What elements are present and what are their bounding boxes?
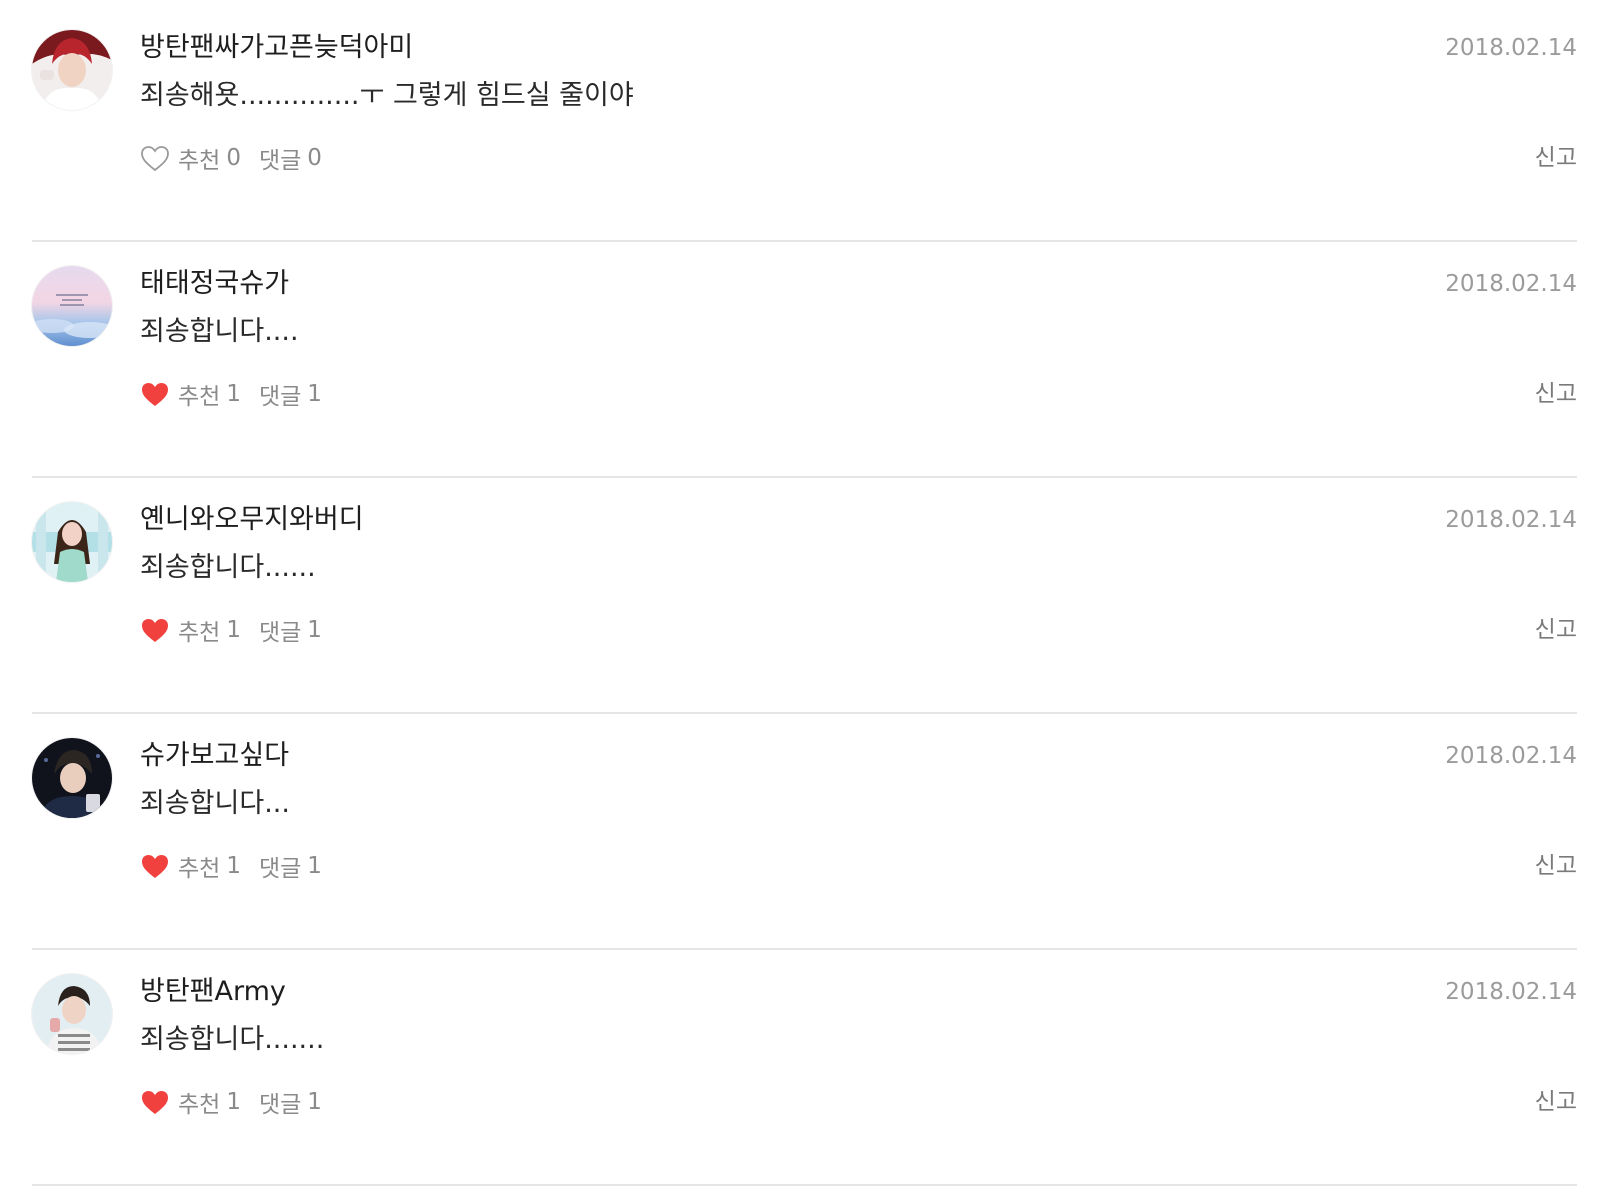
heart-filled-icon: [140, 380, 170, 408]
comment-text: 죄송합니다...: [140, 788, 290, 819]
avatar-image: [32, 502, 112, 582]
like-label: 추천: [178, 1092, 221, 1118]
comment-actions: 추천 1 댓글 1: [140, 376, 322, 412]
comment-item: 방탄팬싸가고픈늦덕아미 2018.02.14 죄송해욧.............…: [32, 0, 1577, 242]
like-button[interactable]: 추천 1: [140, 849, 259, 883]
reply-label: 댓글: [258, 620, 302, 646]
reply-button[interactable]: 댓글 0: [259, 141, 322, 175]
comment-text: 죄송합니다......: [140, 552, 316, 583]
report-button[interactable]: 신고: [1535, 376, 1577, 412]
avatar[interactable]: [32, 738, 112, 818]
comment-item: 태태정국슈가 2018.02.14 죄송합니다.... 추천 1 댓글 1 신고: [32, 236, 1577, 478]
report-button[interactable]: 신고: [1535, 1084, 1577, 1120]
reply-label: 댓글: [258, 148, 302, 174]
comment-text: 죄송합니다.......: [140, 1024, 325, 1055]
heart-outline-icon: [140, 144, 170, 172]
like-count: 1: [226, 617, 241, 643]
avatar[interactable]: [32, 266, 112, 346]
avatar[interactable]: [32, 502, 112, 582]
comment-date: 2018.02.14: [1445, 35, 1577, 61]
reply-label: 댓글: [258, 384, 302, 410]
reply-button[interactable]: 댓글 1: [259, 1085, 322, 1119]
avatar-image: [32, 30, 112, 110]
comment-list: 방탄팬싸가고픈늦덕아미 2018.02.14 죄송해욧.............…: [0, 0, 1600, 1200]
heart-filled-icon: [140, 852, 170, 880]
reply-count: 1: [307, 617, 322, 643]
like-label: 추천: [178, 384, 221, 410]
reply-count: 1: [307, 381, 322, 407]
like-count: 1: [226, 1089, 241, 1115]
like-label: 추천: [178, 620, 221, 646]
avatar-image: [32, 266, 112, 346]
comment-text: 죄송해욧..............ㅜ 그렇게 힘드실 줄이야: [140, 80, 634, 111]
avatar[interactable]: [32, 30, 112, 110]
like-count: 0: [226, 145, 241, 171]
reply-count: 1: [307, 1089, 322, 1115]
comment-date: 2018.02.14: [1445, 979, 1577, 1005]
reply-button[interactable]: 댓글 1: [259, 377, 322, 411]
heart-filled-icon: [140, 616, 170, 644]
username[interactable]: 옌니와오무지와버디: [140, 502, 364, 538]
avatar-image: [32, 974, 112, 1054]
comment-date: 2018.02.14: [1445, 271, 1577, 297]
avatar[interactable]: [32, 974, 112, 1054]
reply-label: 댓글: [258, 1092, 302, 1118]
heart-filled-icon: [140, 1088, 170, 1116]
like-count: 1: [226, 853, 241, 879]
like-button[interactable]: 추천 1: [140, 1085, 259, 1119]
comment-actions: 추천 0 댓글 0: [140, 140, 322, 176]
like-count: 1: [226, 381, 241, 407]
reply-button[interactable]: 댓글 1: [259, 613, 322, 647]
report-button[interactable]: 신고: [1535, 612, 1577, 648]
username[interactable]: 방탄팬Army: [140, 974, 286, 1010]
like-button[interactable]: 추천 1: [140, 613, 259, 647]
report-button[interactable]: 신고: [1535, 848, 1577, 884]
comment-text: 죄송합니다....: [140, 316, 299, 347]
comment-item: 방탄팬Army 2018.02.14 죄송합니다....... 추천 1 댓글 …: [32, 944, 1577, 1186]
like-label: 추천: [178, 856, 221, 882]
comment-actions: 추천 1 댓글 1: [140, 848, 322, 884]
reply-label: 댓글: [258, 856, 302, 882]
comment-actions: 추천 1 댓글 1: [140, 1084, 322, 1120]
comment-actions: 추천 1 댓글 1: [140, 612, 322, 648]
reply-count: 1: [307, 853, 322, 879]
reply-button[interactable]: 댓글 1: [259, 849, 322, 883]
reply-count: 0: [307, 145, 322, 171]
like-label: 추천: [178, 148, 221, 174]
comment-item: 옌니와오무지와버디 2018.02.14 죄송합니다...... 추천 1 댓글…: [32, 472, 1577, 714]
avatar-image: [32, 738, 112, 818]
like-button[interactable]: 추천 0: [140, 141, 259, 175]
comment-item: 슈가보고싶다 2018.02.14 죄송합니다... 추천 1 댓글 1 신고: [32, 708, 1577, 950]
username[interactable]: 슈가보고싶다: [140, 738, 289, 774]
comment-date: 2018.02.14: [1445, 743, 1577, 769]
report-button[interactable]: 신고: [1535, 140, 1577, 176]
username[interactable]: 태태정국슈가: [140, 266, 289, 302]
username[interactable]: 방탄팬싸가고픈늦덕아미: [140, 30, 413, 66]
comment-date: 2018.02.14: [1445, 507, 1577, 533]
like-button[interactable]: 추천 1: [140, 377, 259, 411]
